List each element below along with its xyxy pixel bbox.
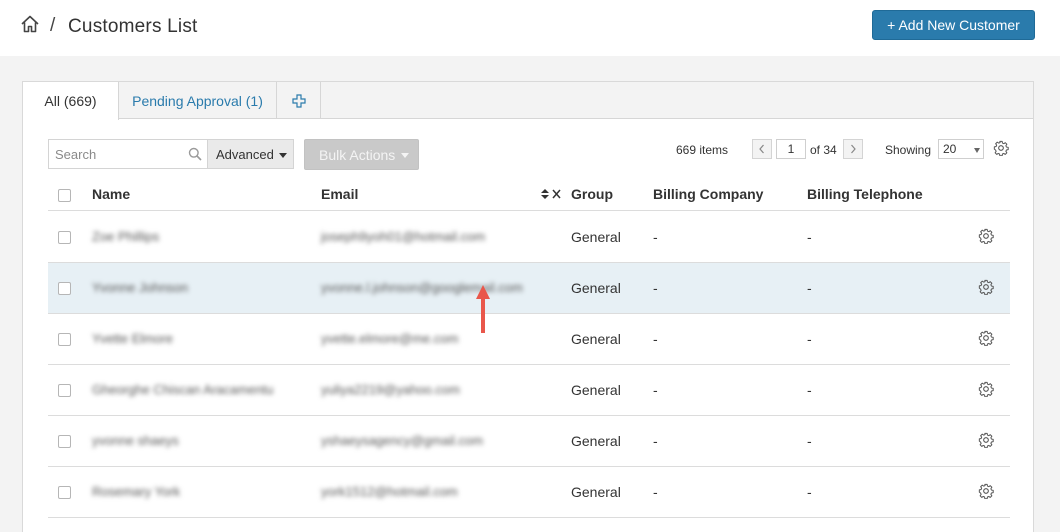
table-row[interactable]: Yvonne Johnson yvonne.l.johnson@googlemai… [48,263,1010,314]
customer-billing-telephone: - [807,433,812,449]
customer-billing-telephone: - [807,280,812,296]
customer-group: General [571,280,621,296]
row-checkbox[interactable] [58,333,71,346]
customer-name: Rosemary York [92,484,181,499]
customer-name: Zoe Phillips [92,229,160,244]
table-row[interactable]: Rosemary York york1512@hotmail.com General… [48,467,1010,518]
customer-billing-company: - [653,433,658,449]
customer-email: yvonne.l.johnson@googlemail.com [321,280,523,295]
gear-icon[interactable] [978,228,994,244]
customer-email: yshaeysagency@gmail.com [321,433,484,448]
customer-name: Yvonne Johnson [92,280,189,295]
search-box [48,139,207,169]
table-header: Name Email Group Billing Company Billing… [48,176,1010,211]
column-billing-telephone[interactable]: Billing Telephone [807,186,923,202]
per-page-value: 20 [943,142,957,156]
row-checkbox[interactable] [58,282,71,295]
customer-billing-telephone: - [807,331,812,347]
row-checkbox[interactable] [58,384,71,397]
customer-billing-company: - [653,484,658,500]
chevron-left-icon [759,144,764,154]
annotation-arrow-icon [476,285,490,333]
add-new-customer-button[interactable]: + Add New Customer [872,10,1035,40]
table-row[interactable]: Yvette Elmore yvette.elmore@me.com General… [48,314,1010,365]
tab-strip: All (669) Pending Approval (1) [23,82,1033,120]
customers-panel: All (669) Pending Approval (1) Advanced … [22,81,1034,532]
column-name[interactable]: Name [92,186,130,202]
customer-group: General [571,382,621,398]
row-checkbox[interactable] [58,486,71,499]
customer-billing-telephone: - [807,484,812,500]
plus-icon [291,93,306,108]
row-checkbox[interactable] [58,231,71,244]
customer-billing-telephone: - [807,229,812,245]
gear-icon[interactable] [978,432,994,448]
customer-group: General [571,433,621,449]
tab-pending-approval[interactable]: Pending Approval (1) [119,82,277,119]
gear-icon[interactable] [978,279,994,295]
customer-group: General [571,331,621,347]
page-title: Customers List [68,16,198,37]
customer-billing-company: - [653,229,658,245]
page-number-input[interactable] [776,139,806,159]
sort-clear-icon[interactable] [540,188,564,200]
column-billing-company[interactable]: Billing Company [653,186,763,202]
chevron-down-icon [401,153,409,158]
gear-icon[interactable] [978,381,994,397]
customer-email: yvette.elmore@me.com [321,331,459,346]
column-email[interactable]: Email [321,186,358,202]
gear-icon[interactable] [978,330,994,346]
home-icon[interactable] [20,14,40,34]
previous-page-button[interactable] [752,139,772,159]
search-input[interactable] [49,140,179,168]
table-row[interactable]: yvonne shaeys yshaeysagency@gmail.com Gene… [48,416,1010,467]
customer-billing-company: - [653,280,658,296]
table-row[interactable]: Gheorghe Chiscan Aracamentu yuliya2219@ya… [48,365,1010,416]
gear-icon[interactable] [978,483,994,499]
customer-billing-company: - [653,331,658,347]
row-checkbox[interactable] [58,435,71,448]
customer-email: york1512@hotmail.com [321,484,458,499]
gear-icon[interactable] [993,140,1009,156]
advanced-search-button[interactable]: Advanced [207,139,294,169]
items-count: 669 items [676,143,729,157]
breadcrumb-separator: / [50,15,56,36]
per-page-select[interactable]: 20 [938,139,984,159]
customer-email: joseph9yoh01@hotmail.com [321,229,486,244]
customer-billing-company: - [653,382,658,398]
advanced-label: Advanced [216,146,274,162]
customer-name: Gheorghe Chiscan Aracamentu [92,382,274,397]
customer-group: General [571,484,621,500]
tab-all[interactable]: All (669) [23,82,119,120]
bulk-actions-button[interactable]: Bulk Actions [304,139,419,170]
select-all-checkbox[interactable] [58,189,71,202]
next-page-button[interactable] [843,139,863,159]
table-row[interactable]: Zoe Phillips joseph9yoh01@hotmail.com Gene… [48,212,1010,263]
top-bar: / Customers List + Add New Customer [0,0,1060,56]
chevron-down-icon [279,153,287,158]
bulk-actions-label: Bulk Actions [319,146,396,163]
customer-billing-telephone: - [807,382,812,398]
customer-group: General [571,229,621,245]
customer-email: yuliya2219@yahoo.com [321,382,460,397]
chevron-right-icon [851,144,856,154]
column-group[interactable]: Group [571,186,613,202]
chevron-down-icon [974,148,980,153]
showing-label: Showing [885,143,932,157]
total-pages: of 34 [810,143,837,157]
customer-name: yvonne shaeys [92,433,179,448]
add-tab-button[interactable] [277,82,321,119]
customer-name: Yvette Elmore [92,331,173,346]
search-icon[interactable] [188,147,202,161]
